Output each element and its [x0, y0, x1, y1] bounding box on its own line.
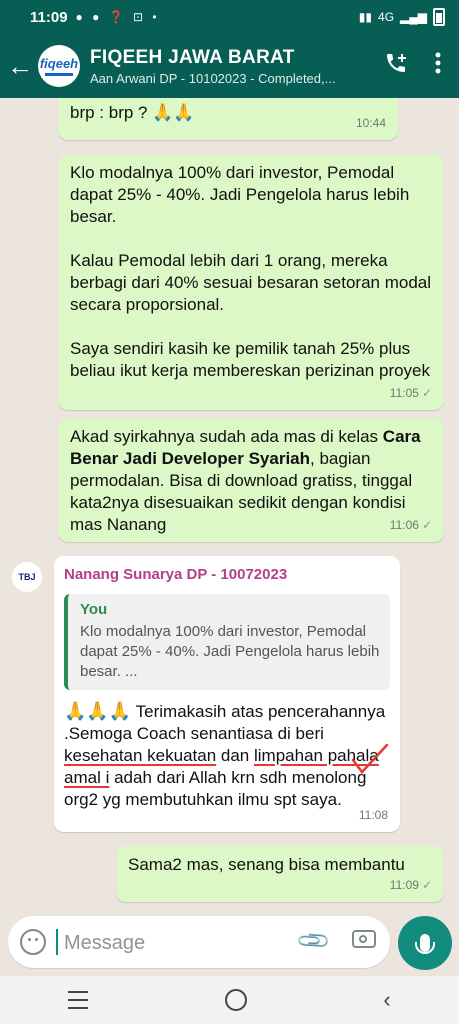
message-text-part: adah dari Allah krn sdh menolong org2 yg… — [64, 768, 367, 809]
message-timestamp-group: 11:06 ✓ — [390, 514, 432, 536]
voice-message-button[interactable] — [398, 916, 452, 970]
quote-author: You — [80, 601, 108, 618]
back-arrow-icon[interactable]: ← — [2, 51, 38, 82]
back-nav-icon[interactable]: ‹ — [383, 987, 390, 1013]
avatar-logo-underline — [45, 73, 73, 76]
message-bubble-outgoing[interactable]: Sama2 mas, senang bisa membantu 11:09 ✓ — [116, 846, 444, 902]
sent-check-icon: ✓ — [421, 386, 432, 400]
chat-area[interactable]: brp : brp ? 🙏🙏 10:44 Klo modalnya 100% d… — [0, 98, 459, 910]
message-text-part: Akad syirkahnya sudah ada mas di kelas — [70, 427, 383, 446]
message-text: Klo modalnya 100% dari investor, Pemodal… — [70, 163, 432, 380]
text-caret — [56, 929, 58, 955]
attach-icon[interactable]: 📎 — [295, 922, 333, 960]
red-check-mark-icon — [351, 743, 389, 774]
message-time: 11:09 — [389, 878, 419, 892]
home-icon[interactable] — [224, 989, 247, 1011]
wifi-calling-icon: ▮▮ — [358, 10, 373, 24]
message-text-part: dan — [216, 746, 254, 765]
recent-apps-icon[interactable] — [68, 991, 89, 1009]
group-avatar[interactable]: fiqeeh — [38, 45, 80, 87]
message-text: brp : brp ? 🙏🙏 — [70, 103, 195, 122]
network-type: 4G — [378, 10, 395, 24]
system-nav-bar: ‹ — [0, 976, 459, 1024]
notification-icons: ● ● ❓ ⊡ • — [75, 10, 160, 24]
chat-title: FIQEEH JAWA BARAT — [90, 46, 295, 68]
message-time: 10:44 — [355, 116, 386, 130]
sender-avatar[interactable]: TBJ — [12, 562, 42, 592]
status-time: 11:09 — [30, 8, 68, 26]
emoji-icon[interactable] — [20, 929, 46, 955]
message-input-container: 📎 — [8, 916, 390, 968]
battery-icon — [433, 8, 445, 26]
chat-subtitle: Aan Arwani DP - 10102023 - Completed,... — [90, 70, 336, 86]
quoted-message[interactable]: You Klo modalnya 100% dari investor, Pem… — [64, 594, 390, 690]
status-right: ▮▮ 4G ▂▄▆ — [359, 8, 445, 26]
more-vert-icon[interactable] — [417, 52, 459, 80]
message-timestamp-group: 11:09 ✓ — [390, 874, 432, 896]
quote-text: Klo modalnya 100% dari investor, Pemodal… — [80, 623, 380, 680]
sender-name[interactable]: Nanang Sunarya DP - 10072023 — [64, 564, 390, 586]
chat-header: ← fiqeeh FIQEEH JAWA BARAT Aan Arwani DP… — [0, 34, 459, 98]
camera-icon[interactable] — [352, 930, 376, 948]
chat-title-area[interactable]: FIQEEH JAWA BARAT Aan Arwani DP - 101020… — [90, 47, 375, 86]
message-time: 11:05 — [389, 386, 419, 400]
message-bubble-outgoing[interactable]: Klo modalnya 100% dari investor, Pemodal… — [58, 154, 444, 410]
sent-check-icon: ✓ — [421, 878, 432, 892]
message-text: 🙏🙏🙏 Terimakasih atas pencerahannya .Semo… — [64, 700, 390, 811]
composer-bar: 📎 — [0, 910, 459, 976]
sent-check-icon: ✓ — [421, 518, 432, 532]
message-bubble-incoming[interactable]: Nanang Sunarya DP - 10072023 You Klo mod… — [54, 556, 400, 832]
message-bubble-outgoing[interactable]: Akad syirkahnya sudah ada mas di kelas C… — [58, 418, 444, 542]
mic-icon — [415, 934, 435, 954]
message-text: Sama2 mas, senang bisa membantu — [128, 855, 405, 874]
message-input[interactable] — [62, 924, 286, 962]
avatar-logo-text: fiqeeh — [39, 56, 79, 71]
message-timestamp-group: 11:05 ✓ — [390, 382, 432, 404]
message-text: Akad syirkahnya sudah ada mas di kelas C… — [70, 426, 432, 536]
status-bar: 11:09 ● ● ❓ ⊡ • ▮▮ 4G ▂▄▆ — [0, 0, 459, 34]
pray-emoji-icon: 🙏🙏🙏 — [64, 701, 132, 721]
message-time: 11:06 — [389, 518, 419, 532]
underlined-text: kesehatan kekuatan — [64, 746, 217, 765]
message-bubble-outgoing[interactable]: brp : brp ? 🙏🙏 10:44 — [58, 98, 398, 140]
add-call-icon[interactable] — [375, 51, 417, 81]
message-time: 11:08 — [358, 808, 388, 822]
signal-icon: ▂▄▆ — [400, 10, 427, 24]
